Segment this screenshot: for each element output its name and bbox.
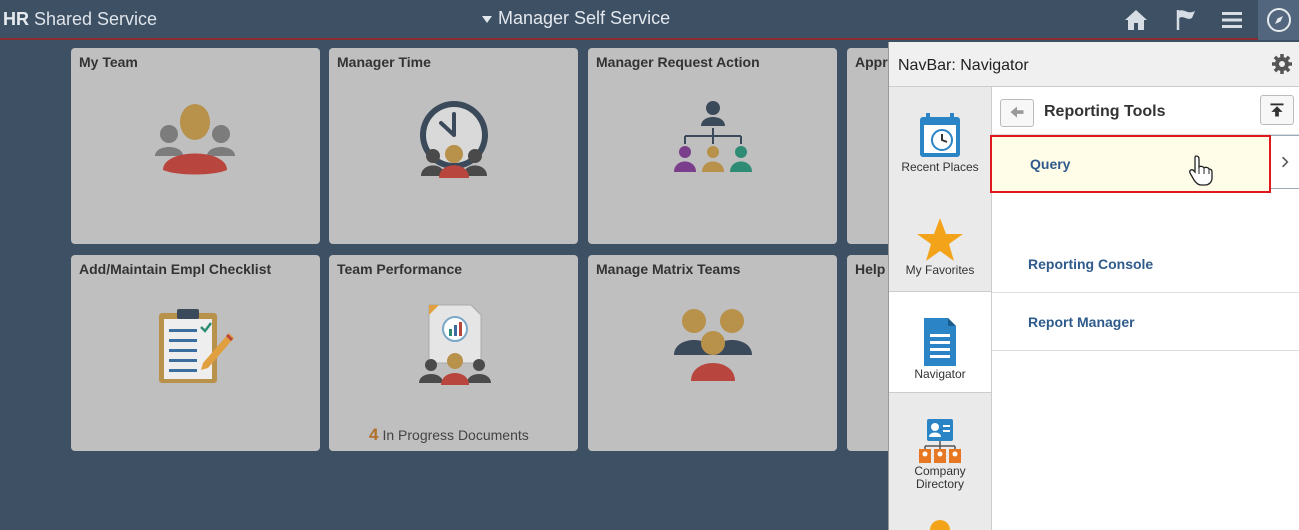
query-expand-button[interactable]: [1271, 135, 1299, 189]
tile-title: Manager Time: [337, 54, 431, 70]
navigator-content: Reporting Tools Query Reporting Console: [990, 87, 1299, 530]
clock-people-icon: [420, 101, 488, 178]
org-chart-icon: [674, 101, 752, 172]
brand-logo: HR Shared Service: [3, 9, 158, 29]
navbar-title: NavBar: Navigator: [898, 57, 1029, 74]
sidebar-item-company-directory[interactable]: Company Directory: [889, 393, 991, 495]
tile-my-team[interactable]: My Team: [71, 48, 320, 244]
back-arrow-icon: [1010, 106, 1024, 118]
tile-title: Add/Maintain Empl Checklist: [79, 261, 272, 277]
tile-team-performance[interactable]: Team Performance 4 In Progress Documents: [329, 255, 578, 451]
matrix-people-icon: [674, 309, 752, 381]
navbar-panel: NavBar: Navigator Recent Places My Favor…: [888, 42, 1299, 530]
recent-places-icon: [920, 113, 960, 157]
performance-doc-icon: [419, 304, 491, 385]
back-button[interactable]: [1000, 99, 1034, 127]
company-directory-icon: [919, 419, 961, 463]
caret-down-icon: [482, 16, 492, 23]
star-icon: [917, 218, 963, 261]
nav-item-report-manager[interactable]: Report Manager: [992, 294, 1299, 351]
tile-title: Help: [855, 261, 886, 277]
tile-manager-request-action[interactable]: Manager Request Action: [588, 48, 837, 244]
tile-manage-matrix-teams[interactable]: Manage Matrix Teams: [588, 255, 837, 451]
menu-icon[interactable]: [1218, 6, 1246, 34]
in-progress-documents-count: 4 In Progress Documents: [369, 425, 529, 444]
page-title: Manager Self Service: [498, 8, 671, 28]
go-to-top-icon: [1270, 103, 1284, 117]
gear-icon[interactable]: [1271, 53, 1293, 75]
team-people-icon: [155, 104, 235, 175]
tile-title: Manager Request Action: [596, 54, 760, 70]
breadcrumb: Reporting Tools: [992, 87, 1299, 135]
sidebar-label: Directory: [915, 477, 964, 491]
navbar-header: NavBar: Navigator: [889, 42, 1299, 87]
sidebar-item-navigator[interactable]: Navigator: [889, 291, 991, 393]
sidebar-item-my-favorites[interactable]: My Favorites: [889, 189, 991, 291]
tile-title: Team Performance: [337, 261, 463, 277]
navbar-compass-icon: [1267, 8, 1291, 32]
navbar-button[interactable]: [1258, 0, 1299, 40]
header-bar: HR Shared Service Manager Self Service: [0, 0, 1299, 40]
tile-title: Appr: [855, 54, 888, 70]
nav-item-label: Query: [1030, 156, 1071, 172]
tile-title: My Team: [79, 54, 138, 70]
sidebar-item-recent-places[interactable]: Recent Places: [889, 87, 991, 189]
tile-add-maintain-empl-checklist[interactable]: Add/Maintain Empl Checklist: [71, 255, 320, 451]
go-to-top-button[interactable]: [1260, 95, 1294, 125]
nav-item-reporting-console[interactable]: Reporting Console: [992, 236, 1299, 293]
navigator-doc-icon: [924, 318, 956, 366]
tile-manager-time[interactable]: Manager Time: [329, 48, 578, 244]
breadcrumb-title: Reporting Tools: [1044, 103, 1166, 120]
sidebar-label: Navigator: [914, 367, 966, 381]
chevron-right-icon: [1282, 156, 1289, 168]
flag-icon[interactable]: [1172, 6, 1200, 34]
page-title-dropdown[interactable]: Manager Self Service: [482, 8, 670, 29]
nav-item-query[interactable]: Query: [990, 135, 1271, 193]
nav-item-label: Report Manager: [1028, 314, 1135, 330]
sidebar-label: Recent Places: [901, 160, 979, 174]
clipboard-checklist-icon: [159, 309, 234, 383]
tile-title: Manage Matrix Teams: [596, 261, 741, 277]
sidebar-label: My Favorites: [905, 263, 975, 277]
hand-cursor-icon: [1189, 155, 1213, 186]
nav-item-label: Reporting Console: [1028, 256, 1154, 272]
partial-tile-icon: [930, 520, 950, 530]
home-icon[interactable]: [1122, 6, 1150, 34]
navbar-sidebar: Recent Places My Favorites Navigator Com…: [889, 87, 992, 530]
